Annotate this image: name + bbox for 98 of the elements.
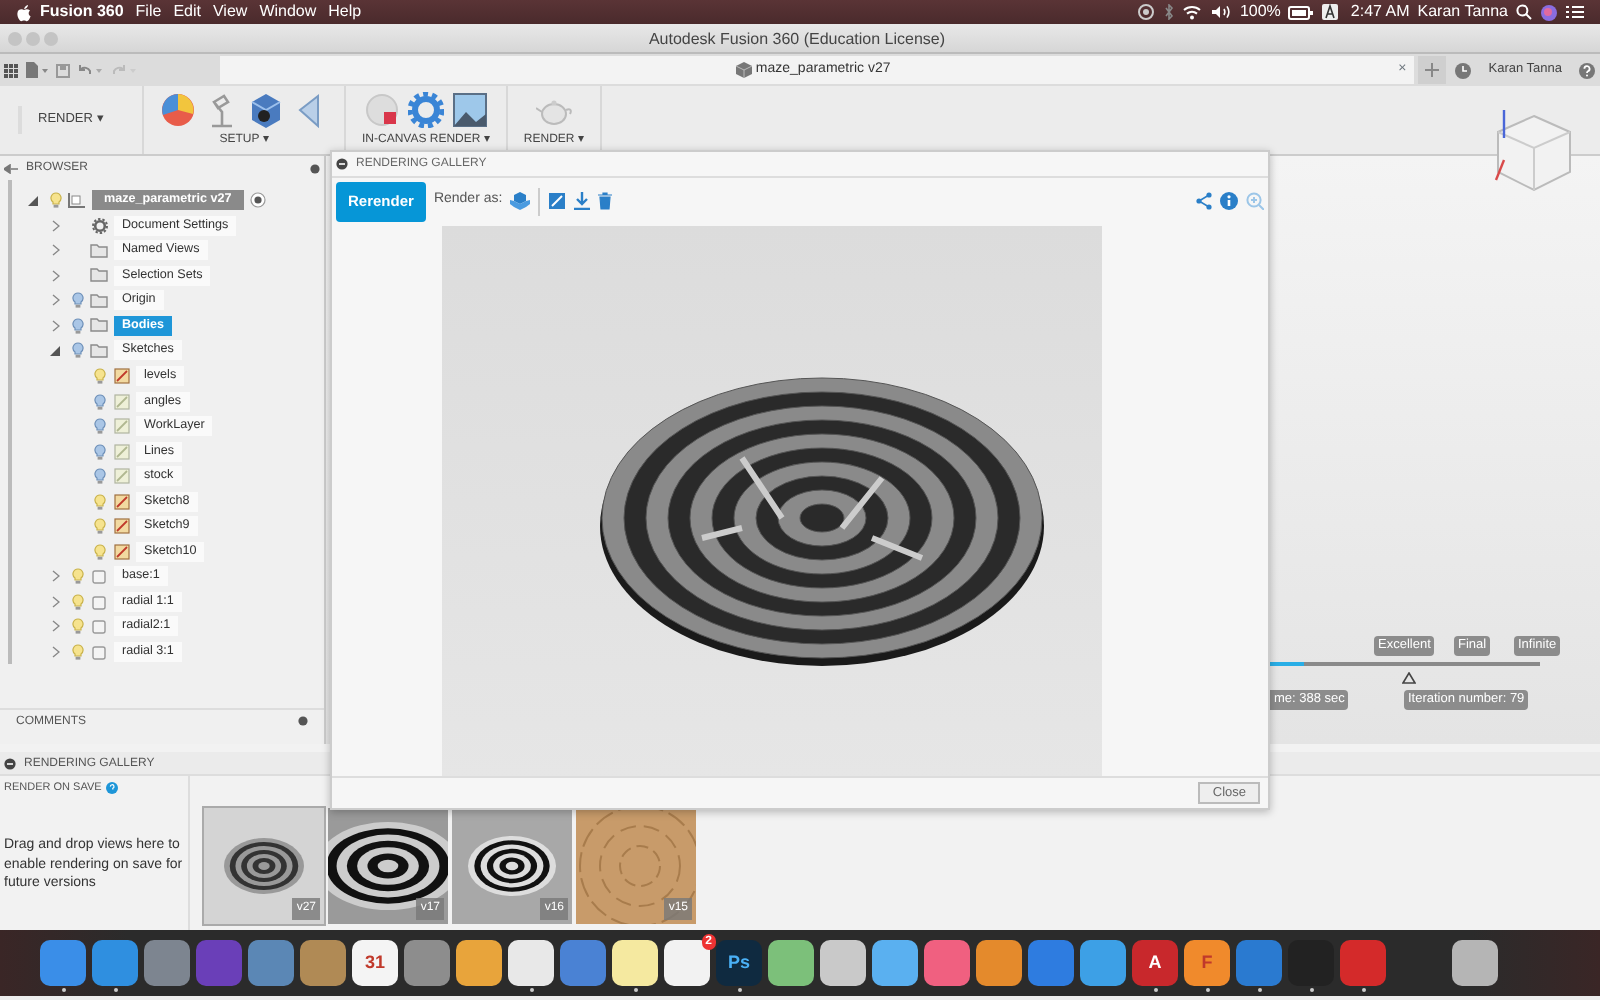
sketch-icon — [113, 443, 129, 460]
colorful-orb-icon[interactable] — [1540, 3, 1558, 21]
sketch-icon — [113, 367, 129, 384]
cubes-icon[interactable] — [510, 192, 531, 210]
lightbulb-off-icon[interactable] — [71, 292, 83, 309]
trash-icon[interactable] — [598, 192, 613, 210]
dock-app-icon[interactable]: Ps — [716, 940, 762, 986]
gear-icon — [91, 217, 107, 234]
help-icon[interactable] — [1578, 61, 1596, 79]
lightbulb-on-icon[interactable] — [71, 618, 83, 635]
menu-user-name[interactable]: Karan Tanna — [1417, 0, 1508, 24]
collapsed-chevron-icon[interactable] — [51, 645, 59, 658]
wood-maze-thumbnail-drawing — [576, 808, 696, 924]
triangle-marker-icon — [1402, 672, 1416, 684]
share-icon[interactable] — [1196, 192, 1212, 210]
sketch-icon — [113, 393, 129, 410]
component-icon — [68, 192, 86, 209]
sphere-icon[interactable] — [363, 91, 400, 127]
menu-item[interactable]: View — [212, 0, 248, 24]
lightbulb-on-icon[interactable] — [93, 518, 105, 535]
download-icon[interactable] — [574, 192, 591, 210]
collapsed-chevron-icon[interactable] — [51, 269, 59, 282]
apple-logo-icon[interactable] — [16, 3, 32, 21]
lightbulb-on-icon[interactable] — [71, 568, 83, 585]
collapsed-chevron-icon[interactable] — [51, 595, 59, 608]
dock-app-icon[interactable] — [768, 940, 814, 986]
gear-icon[interactable] — [407, 91, 444, 127]
menu-clock: 2:47 AM — [1350, 0, 1410, 24]
battery-percent: 100% — [1239, 0, 1281, 24]
dock-app-icon[interactable] — [1080, 940, 1126, 986]
cube-icon[interactable] — [248, 91, 284, 127]
dock-app-icon[interactable] — [820, 940, 866, 986]
collapsed-chevron-icon[interactable] — [51, 219, 59, 232]
sketch-icon — [113, 468, 129, 485]
color-wheel-icon[interactable] — [160, 91, 196, 127]
lightbulb-off-icon[interactable] — [71, 342, 83, 359]
dock-app-icon[interactable] — [612, 940, 658, 986]
sketch-icon — [113, 518, 129, 535]
lightbulb-on-icon[interactable] — [71, 593, 83, 610]
dock-app-icon[interactable]: A — [1132, 940, 1178, 986]
landscape-picture-icon[interactable] — [451, 91, 488, 127]
lightbulb-on-icon[interactable] — [93, 493, 105, 510]
add-comment-icon[interactable] — [298, 716, 308, 726]
dock-app-icon[interactable] — [976, 940, 1022, 986]
lightbulb-off-icon[interactable] — [93, 418, 105, 435]
image-edit-icon[interactable] — [548, 192, 567, 210]
letter-a-icon[interactable] — [1322, 4, 1339, 20]
expanded-triangle-icon[interactable] — [28, 195, 38, 206]
sketch-icon — [113, 418, 129, 435]
lightbulb-on-icon[interactable] — [49, 192, 61, 209]
volume-icon[interactable] — [1209, 4, 1232, 20]
collapse-icon[interactable] — [4, 757, 16, 769]
sketch-icon — [113, 493, 129, 510]
lightbulb-on-icon[interactable] — [71, 643, 83, 660]
save-icon[interactable] — [56, 63, 70, 77]
list-icon[interactable] — [1566, 4, 1584, 20]
cloud-sync-icon[interactable] — [1135, 4, 1156, 20]
collapse-panel-icon[interactable] — [4, 163, 18, 173]
menu-item[interactable]: Help — [328, 0, 362, 24]
file-icon[interactable] — [26, 62, 48, 78]
lightbulb-on-icon[interactable] — [93, 543, 105, 560]
app-name[interactable]: Fusion 360 — [40, 0, 124, 24]
collapse-icon[interactable] — [336, 158, 348, 170]
search-icon[interactable] — [1516, 4, 1532, 20]
maze-thumbnail-drawing — [452, 808, 572, 924]
battery-icon[interactable] — [1288, 5, 1315, 19]
sketch-icon — [113, 543, 129, 560]
help-icon[interactable] — [105, 782, 118, 795]
dock-app-icon[interactable] — [1452, 940, 1498, 986]
app-grid-icon[interactable] — [4, 63, 18, 77]
collapsed-chevron-icon[interactable] — [51, 319, 59, 332]
lightbulb-on-icon[interactable] — [93, 367, 105, 384]
collapsed-chevron-icon[interactable] — [51, 570, 59, 583]
lightbulb-off-icon[interactable] — [93, 468, 105, 485]
bluetooth-icon[interactable] — [1163, 4, 1174, 20]
collapsed-chevron-icon[interactable] — [51, 294, 59, 307]
collapsed-chevron-icon[interactable] — [51, 620, 59, 633]
lightbulb-off-icon[interactable] — [71, 317, 83, 334]
menu-item[interactable]: File — [135, 0, 162, 24]
lightbulb-off-icon[interactable] — [93, 393, 105, 410]
dock-app-icon[interactable]: 31 — [352, 940, 398, 986]
clock-icon[interactable] — [1454, 61, 1473, 79]
dock-app-icon[interactable] — [456, 940, 502, 986]
new-tab-button[interactable] — [1418, 56, 1447, 84]
expanded-triangle-icon[interactable] — [50, 345, 60, 356]
collapsed-chevron-icon[interactable] — [51, 244, 59, 257]
dock-app-icon[interactable] — [872, 940, 918, 986]
window-title: Autodesk Fusion 360 (Education License) — [646, 27, 948, 52]
menu-item[interactable]: Window — [259, 0, 317, 24]
dock-app-icon[interactable] — [508, 940, 554, 986]
undo-icon[interactable] — [78, 62, 104, 78]
activate-radio-icon[interactable] — [249, 192, 266, 209]
wifi-icon[interactable] — [1181, 4, 1202, 20]
cube-icon — [735, 62, 752, 78]
panel-pin-icon[interactable] — [310, 163, 320, 173]
lightbulb-off-icon[interactable] — [93, 443, 105, 460]
info-icon[interactable] — [1220, 192, 1238, 210]
menu-item[interactable]: Edit — [173, 0, 201, 24]
